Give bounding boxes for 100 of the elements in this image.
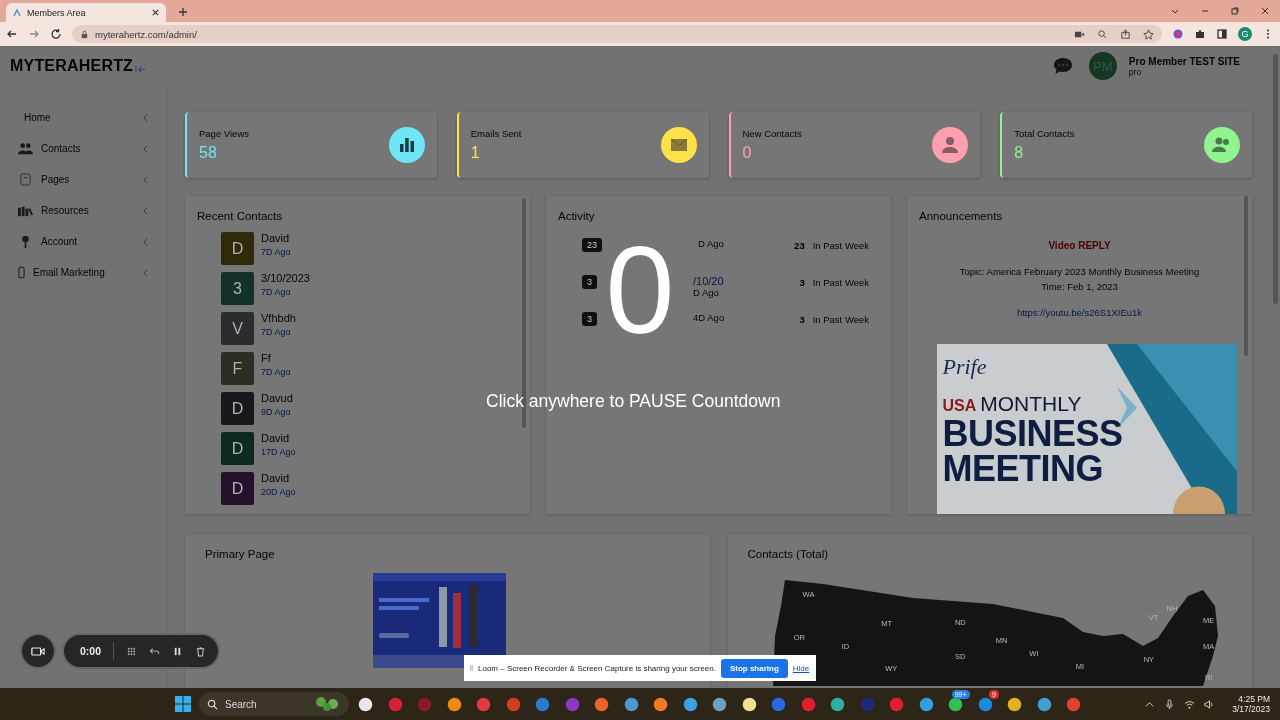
sidebar-item[interactable]: Pages <box>0 164 166 195</box>
banner-title: BUSINESS <box>942 416 1123 452</box>
sharing-message: Loom – Screen Recorder & Screen Capture is sharing your screen. <box>478 663 716 673</box>
sidebar-item[interactable]: Home <box>0 102 166 133</box>
scrollbar[interactable] <box>1244 196 1248 356</box>
start-icon[interactable] <box>175 696 191 712</box>
chevron-icon <box>143 268 148 277</box>
banner-text: MONTHLY <box>980 392 1082 416</box>
contact-avatar: V <box>221 312 254 345</box>
app-icon[interactable] <box>622 695 640 713</box>
announcement-topic: Topic: America February 2023 Monthly Business Meeting <box>959 266 1200 277</box>
speaker-icon[interactable] <box>1204 698 1216 710</box>
clock-date[interactable]: 3/17/2023 <box>1232 704 1270 714</box>
activity-count: 23 <box>794 240 805 251</box>
contact-avatar: D <box>221 232 254 265</box>
stat-value: 58 <box>199 144 218 162</box>
browser-tab[interactable]: Members Area <box>6 3 166 22</box>
app-icon[interactable] <box>357 695 375 713</box>
chevron-icon <box>143 175 148 184</box>
clock-time[interactable]: 4:25 PM <box>1238 694 1270 704</box>
app-icon[interactable] <box>681 695 699 713</box>
sidebar-item[interactable]: Resources <box>0 195 166 226</box>
contact-name[interactable]: David <box>261 432 296 444</box>
contact-age: 20D Ago <box>261 487 296 497</box>
people-icon <box>18 142 33 155</box>
sidebar-item[interactable]: Account <box>0 226 166 257</box>
contact-name[interactable]: 3/10/2023 <box>261 272 310 284</box>
scrollbar[interactable] <box>1273 54 1278 304</box>
banner-title: MEETING <box>942 451 1104 487</box>
banner-text: USA <box>942 397 977 415</box>
contact-age: 7D Ago <box>261 327 292 337</box>
forward-icon[interactable] <box>28 28 40 40</box>
activity-period: In Past Week <box>812 240 869 251</box>
count-badge: 3 <box>582 312 597 326</box>
contact-age: 7D Ago <box>261 367 291 377</box>
stop-sharing-button[interactable]: Stop sharing <box>720 658 788 678</box>
wifi-icon[interactable] <box>1184 698 1196 710</box>
contact-avatar: D <box>221 432 254 465</box>
address-bar[interactable]: myterahertz.com/admin/ <box>72 25 1162 43</box>
sidebar-item[interactable]: Email Marketing <box>0 257 166 288</box>
countdown-hint[interactable]: Click anywhere to PAUSE Countdown <box>486 391 781 412</box>
hide-link[interactable]: Hide <box>792 663 810 673</box>
activity-name[interactable]: /10/20 <box>693 275 724 287</box>
app-icon[interactable] <box>740 695 758 713</box>
close-icon[interactable] <box>151 8 160 17</box>
activity-period: In Past Week <box>812 277 869 288</box>
activity-age: D Ago <box>693 287 720 298</box>
contact-avatar: 3 <box>221 272 254 305</box>
contact-age: 9D Ago <box>261 407 292 417</box>
camera-button[interactable] <box>20 633 56 669</box>
app-icon[interactable] <box>1006 695 1024 713</box>
brand-logo: Prife <box>942 354 988 380</box>
contact-age: 7D Ago <box>261 287 292 297</box>
side-panel-icon[interactable] <box>1216 28 1228 40</box>
contact-name[interactable]: David <box>261 472 296 484</box>
chevron-icon <box>143 144 148 153</box>
contact-name[interactable]: Davud <box>261 392 293 404</box>
contact-avatar: D <box>221 392 254 425</box>
app-icon[interactable] <box>829 695 847 713</box>
pause-icon[interactable] <box>172 645 183 657</box>
restore-icon[interactable] <box>1230 6 1240 16</box>
trash-icon[interactable] <box>195 645 206 657</box>
app-icon[interactable] <box>445 695 463 713</box>
grip-icon[interactable] <box>470 664 473 672</box>
extension-icon[interactable] <box>1172 28 1184 40</box>
activity-period: In Past Week <box>812 314 869 325</box>
new-tab-icon[interactable] <box>178 7 188 17</box>
close-icon[interactable] <box>1260 6 1270 16</box>
app-icon[interactable] <box>652 695 670 713</box>
app-icon[interactable] <box>917 695 935 713</box>
sidebar-item[interactable]: Contacts <box>0 133 166 164</box>
contact-age: 17D Ago <box>261 447 296 457</box>
stat-label: Page Views <box>199 128 249 139</box>
panel-title: Announcements <box>919 210 1003 222</box>
activity-age: 4D Ago <box>693 312 725 323</box>
panel-title: Activity <box>558 210 596 222</box>
profile-avatar[interactable]: G <box>1238 27 1252 41</box>
app-icon[interactable] <box>947 695 965 713</box>
contact-name[interactable]: Vfhbdh <box>261 312 296 324</box>
microphone-icon[interactable] <box>1164 698 1176 710</box>
back-icon[interactable] <box>6 28 18 40</box>
contact-avatar: D <box>221 472 254 505</box>
contact-name[interactable]: David <box>261 232 291 244</box>
chat-icon[interactable] <box>1052 57 1073 75</box>
app-icon[interactable] <box>711 695 729 713</box>
books-icon <box>18 204 33 217</box>
contact-avatar: F <box>221 352 254 385</box>
search-field[interactable]: Search <box>199 692 349 716</box>
user-name: Pro Member TEST SITE <box>1128 55 1240 67</box>
video-link[interactable]: https://youtu.be/s26S1XIEu1k <box>1016 307 1143 318</box>
dots-icon[interactable] <box>126 645 137 657</box>
reload-icon[interactable] <box>50 28 62 40</box>
site-logo[interactable]: MYTERAHERTZ <box>10 57 134 75</box>
app-icon[interactable] <box>1035 695 1053 713</box>
stat-label: Total Contacts <box>1014 128 1075 139</box>
stat-value: 1 <box>470 144 481 162</box>
contact-name[interactable]: Ff <box>261 352 291 364</box>
scrollbar[interactable] <box>522 198 526 428</box>
contact-age: 7D Ago <box>261 247 291 257</box>
recording-timer: 0:00 <box>80 645 101 657</box>
